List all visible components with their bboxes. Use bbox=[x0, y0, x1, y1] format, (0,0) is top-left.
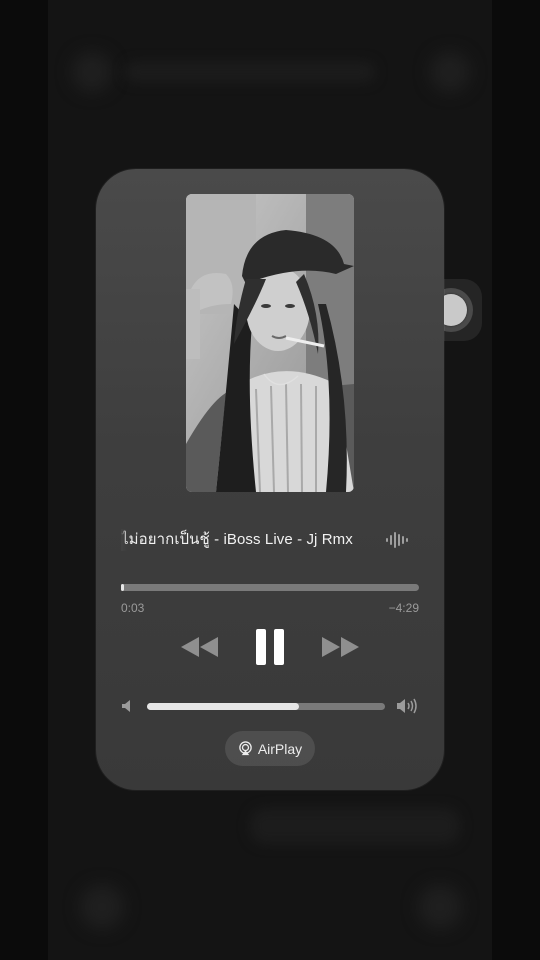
background-blur-bar bbox=[250, 808, 460, 844]
remaining-time: −4:29 bbox=[388, 601, 419, 615]
track-title: ไม่อยากเป็นชู้ - iBoss Live - Jj Rmx bbox=[121, 529, 379, 551]
album-artwork bbox=[186, 194, 354, 492]
volume-slider[interactable] bbox=[147, 703, 385, 710]
fast-forward-icon[interactable] bbox=[320, 635, 360, 659]
elapsed-time: 0:03 bbox=[121, 601, 145, 615]
speaker-high-icon bbox=[397, 698, 417, 714]
background-blur-icon bbox=[72, 52, 112, 92]
airplay-icon bbox=[239, 741, 252, 756]
background-blur-icon bbox=[418, 885, 462, 929]
background-blur-bar bbox=[125, 62, 375, 82]
rewind-icon[interactable] bbox=[180, 635, 220, 659]
airplay-label: AirPlay bbox=[257, 740, 303, 757]
now-playing-card: ไม่อยากเป็นชู้ - iBoss Live - Jj Rmx 0:0… bbox=[96, 169, 444, 790]
airplay-button[interactable]: AirPlay bbox=[225, 731, 315, 766]
track-title-row[interactable]: ไม่อยากเป็นชู้ - iBoss Live - Jj Rmx bbox=[121, 529, 419, 551]
background-blur-icon bbox=[80, 885, 124, 929]
pause-icon[interactable] bbox=[254, 627, 286, 667]
volume-level-fill bbox=[147, 703, 300, 710]
audio-wave-icon bbox=[386, 532, 408, 548]
playback-scrubber[interactable] bbox=[121, 584, 419, 591]
speaker-low-icon bbox=[122, 700, 130, 712]
background-blur-icon bbox=[430, 52, 470, 92]
playback-progress-fill bbox=[121, 584, 125, 591]
